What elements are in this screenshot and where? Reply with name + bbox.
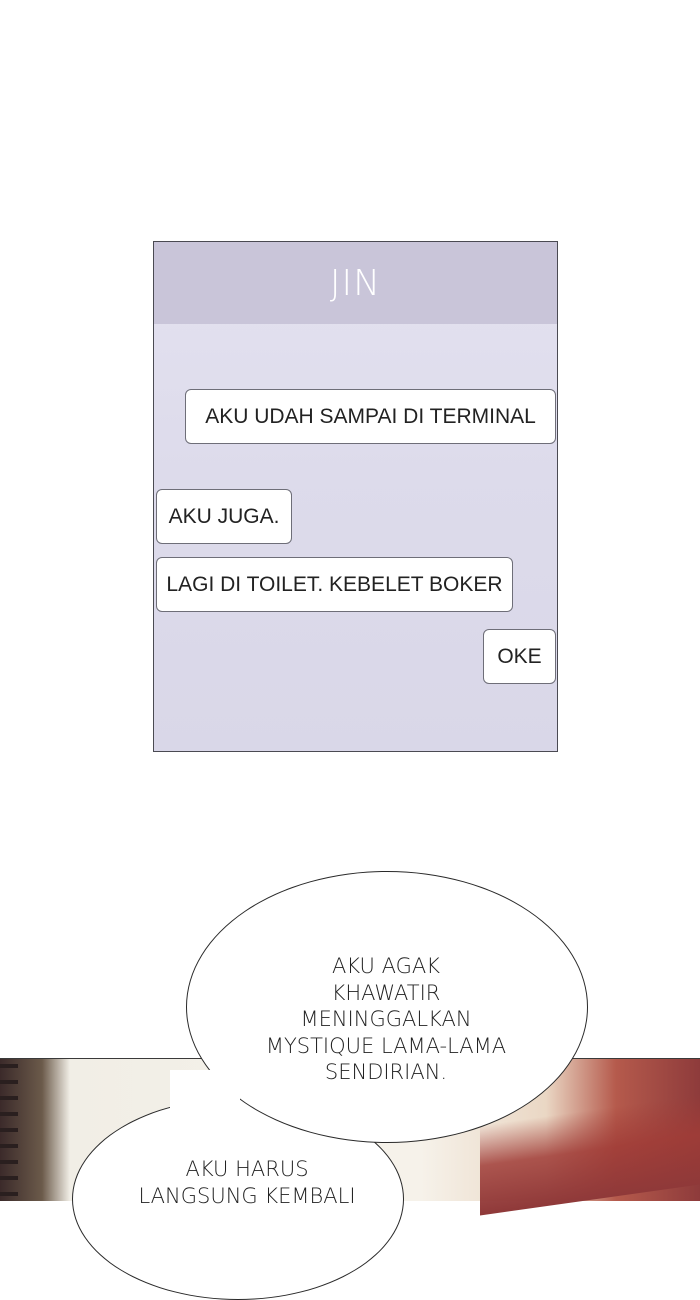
message-bubble-sent: AKU UDAH SAMPAI DI TERMINAL — [185, 389, 556, 444]
speech-bubble-tail — [170, 1070, 240, 1120]
message-bubble-sent: OKE — [483, 629, 556, 684]
speech-bubble-small-text: AKU HARUS LANGSUNG KEMBALI — [138, 1157, 356, 1208]
message-bubble-received: LAGI DI TOILET. KEBELET BOKER — [156, 557, 513, 612]
message-bubble-received: AKU JUGA. — [156, 489, 292, 544]
chat-screen: JIN AKU UDAH SAMPAI DI TERMINAL AKU JUGA… — [153, 241, 558, 752]
speech-bubble-large-text: AKU AGAK KHAWATIR MENINGGALKAN MYSTIQUE … — [265, 954, 507, 1084]
chat-contact-name: JIN — [154, 242, 557, 324]
